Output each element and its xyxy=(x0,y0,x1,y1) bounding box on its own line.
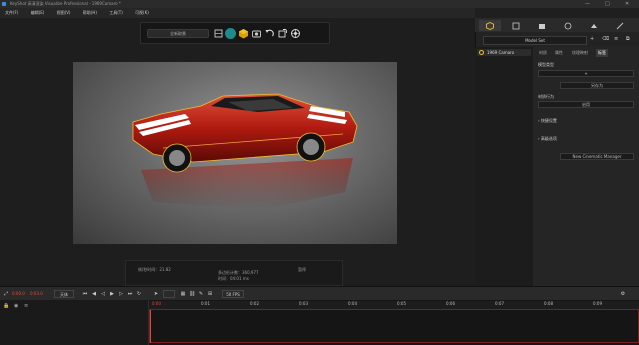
tick-9: 0:09 xyxy=(593,301,602,306)
tree-item-label: 1969 Camaro xyxy=(487,50,515,55)
tab-label[interactable]: 标签 xyxy=(596,49,608,57)
render-icon[interactable] xyxy=(213,28,224,39)
library-icon[interactable] xyxy=(505,20,527,31)
prev-frame-icon[interactable]: ◀ xyxy=(91,291,97,297)
behavior-dropdown[interactable]: 启用 xyxy=(538,101,634,108)
grid-icon[interactable]: ▦ xyxy=(180,291,186,297)
environment-icon[interactable] xyxy=(609,20,631,31)
scene-tree xyxy=(475,47,533,286)
panel-top-tabs xyxy=(475,18,639,32)
model-set-select[interactable]: Model Set xyxy=(483,36,587,45)
add-model-button[interactable]: + xyxy=(538,70,634,77)
tracks-icon[interactable]: ≡ xyxy=(24,303,28,309)
maximize-button[interactable]: □ xyxy=(605,0,610,8)
menu-view[interactable]: 视图(V) xyxy=(57,10,71,15)
cursor-icon[interactable]: ➤ xyxy=(153,291,159,297)
pause-status[interactable]: 暂停 xyxy=(298,267,306,273)
keyframe-box[interactable] xyxy=(163,290,175,298)
timeline-toolbar: ⤢ 0:00.0 0:03.0 天体 ⏮ ◀ ◁ ▶ ▷ ⏭ ↻ ➤ ▦ ⛓ ✎… xyxy=(0,286,639,300)
advanced-section[interactable]: › 高级选项 xyxy=(538,136,557,142)
menu-tools[interactable]: 工具(T) xyxy=(109,10,123,15)
tick-2: 0:02 xyxy=(250,301,259,306)
property-tabs: 材质 属性 纹理映射 标签 xyxy=(533,49,639,57)
end-time-field[interactable]: 0:03.0 xyxy=(30,291,43,296)
tick-3: 0:03 xyxy=(299,301,308,306)
menu-visual[interactable]: 可视(K) xyxy=(135,10,149,15)
window-title: KeyShot 高清渲染 Visualize Professional - 19… xyxy=(10,1,121,6)
app-logo-icon xyxy=(2,2,6,6)
menu-bar: 文件(F) 编辑(E) 视图(V) 帮助(H) 工具(T) 可视(K) xyxy=(0,8,475,18)
undo-icon[interactable] xyxy=(264,28,275,39)
pen-icon[interactable]: ✎ xyxy=(198,291,204,297)
view-select[interactable]: 全新取景 xyxy=(147,29,209,38)
delete-icon[interactable]: ⌫ xyxy=(602,36,609,42)
timeline-settings-icon[interactable]: ⚙ xyxy=(620,291,626,297)
title-bar: KeyShot 高清渲染 Visualize Professional - 19… xyxy=(0,0,639,8)
close-button[interactable]: ✕ xyxy=(625,0,629,8)
zoom-fit-icon[interactable]: ⊞ xyxy=(207,291,213,297)
first-frame-icon[interactable]: ⏮ xyxy=(82,291,88,297)
camera-tab-icon[interactable] xyxy=(583,20,605,31)
playhead[interactable] xyxy=(150,310,151,343)
tab-texture[interactable]: 纹理映射 xyxy=(570,49,590,57)
fps-stat: 帧/秒时间：21.82 xyxy=(138,267,171,272)
teal-sphere-icon[interactable] xyxy=(225,28,236,39)
copy-icon[interactable]: ⧉ xyxy=(626,36,630,42)
model-type-label: 模型类型 xyxy=(538,62,554,67)
tick-7: 0:07 xyxy=(495,301,504,306)
loop-icon[interactable]: ↻ xyxy=(136,291,142,297)
camera-icon[interactable] xyxy=(251,28,262,39)
menu-edit[interactable]: 编辑(E) xyxy=(31,10,45,15)
tree-item-camaro[interactable]: 1969 Camaro xyxy=(477,49,531,56)
tick-0: 0:00 xyxy=(152,301,161,306)
material-behavior-label: 材质行为 xyxy=(538,94,554,99)
zoom-select[interactable]: 天体 xyxy=(54,290,74,298)
tab-material[interactable]: 材质 xyxy=(537,49,549,57)
tick-5: 0:05 xyxy=(397,301,406,306)
last-frame-icon[interactable]: ⏭ xyxy=(127,291,133,297)
lock-icon[interactable]: 🔒 xyxy=(3,303,9,309)
menu-help[interactable]: 帮助(H) xyxy=(83,10,97,15)
render-view[interactable] xyxy=(73,62,397,244)
play-icon[interactable]: ▶ xyxy=(109,291,115,297)
list-icon[interactable]: ≡ xyxy=(614,36,618,42)
tick-6: 0:06 xyxy=(446,301,455,306)
timeline-track-list: 🔒 ◉ ≡ xyxy=(0,300,149,345)
next-frame-icon[interactable]: ▷ xyxy=(118,291,124,297)
car-render-image xyxy=(132,93,358,210)
save-as-button[interactable]: 另存为 xyxy=(560,82,634,89)
scene-hex-icon[interactable] xyxy=(479,20,501,31)
model-icon xyxy=(479,50,484,55)
refresh-icon[interactable] xyxy=(277,28,288,39)
back-icon[interactable]: ◁ xyxy=(100,291,106,297)
minimize-button[interactable]: — xyxy=(585,0,590,8)
start-time-field[interactable]: 0:00.0 xyxy=(12,291,25,296)
menu-file[interactable]: 文件(F) xyxy=(5,10,18,15)
material-icon[interactable] xyxy=(557,20,579,31)
render-stats: 帧/秒时间：21.82 多边形计数：360,977 时间：04:01 ms 暂停 xyxy=(125,260,343,286)
timeline-ruler[interactable]: 0:00 0:01 0:02 0:03 0:04 0:05 0:06 0:07 … xyxy=(149,301,639,309)
viewport-toolbar: 全新取景 xyxy=(140,22,330,44)
tab-properties[interactable]: 属性 xyxy=(553,49,565,57)
visibility-icon[interactable]: ◉ xyxy=(14,303,18,309)
settings-wheel-icon[interactable] xyxy=(290,28,301,39)
frame-time: 时间：04:01 ms xyxy=(218,276,249,281)
new-cinematic-button[interactable]: New Cinematic Manager xyxy=(560,153,634,160)
quick-settings-section[interactable]: › 快捷设置 xyxy=(538,118,557,124)
tick-8: 0:08 xyxy=(544,301,553,306)
fps-select[interactable]: 50 FPS xyxy=(222,290,244,298)
tick-1: 0:01 xyxy=(201,301,210,306)
timeline-track[interactable] xyxy=(149,309,639,343)
add-icon[interactable]: + xyxy=(590,36,594,42)
link-icon[interactable]: ⛓ xyxy=(189,291,195,297)
expand-icon[interactable]: ⤢ xyxy=(3,291,9,297)
material-cube-icon[interactable] xyxy=(238,28,249,39)
tick-4: 0:04 xyxy=(348,301,357,306)
project-icon[interactable] xyxy=(531,20,553,31)
